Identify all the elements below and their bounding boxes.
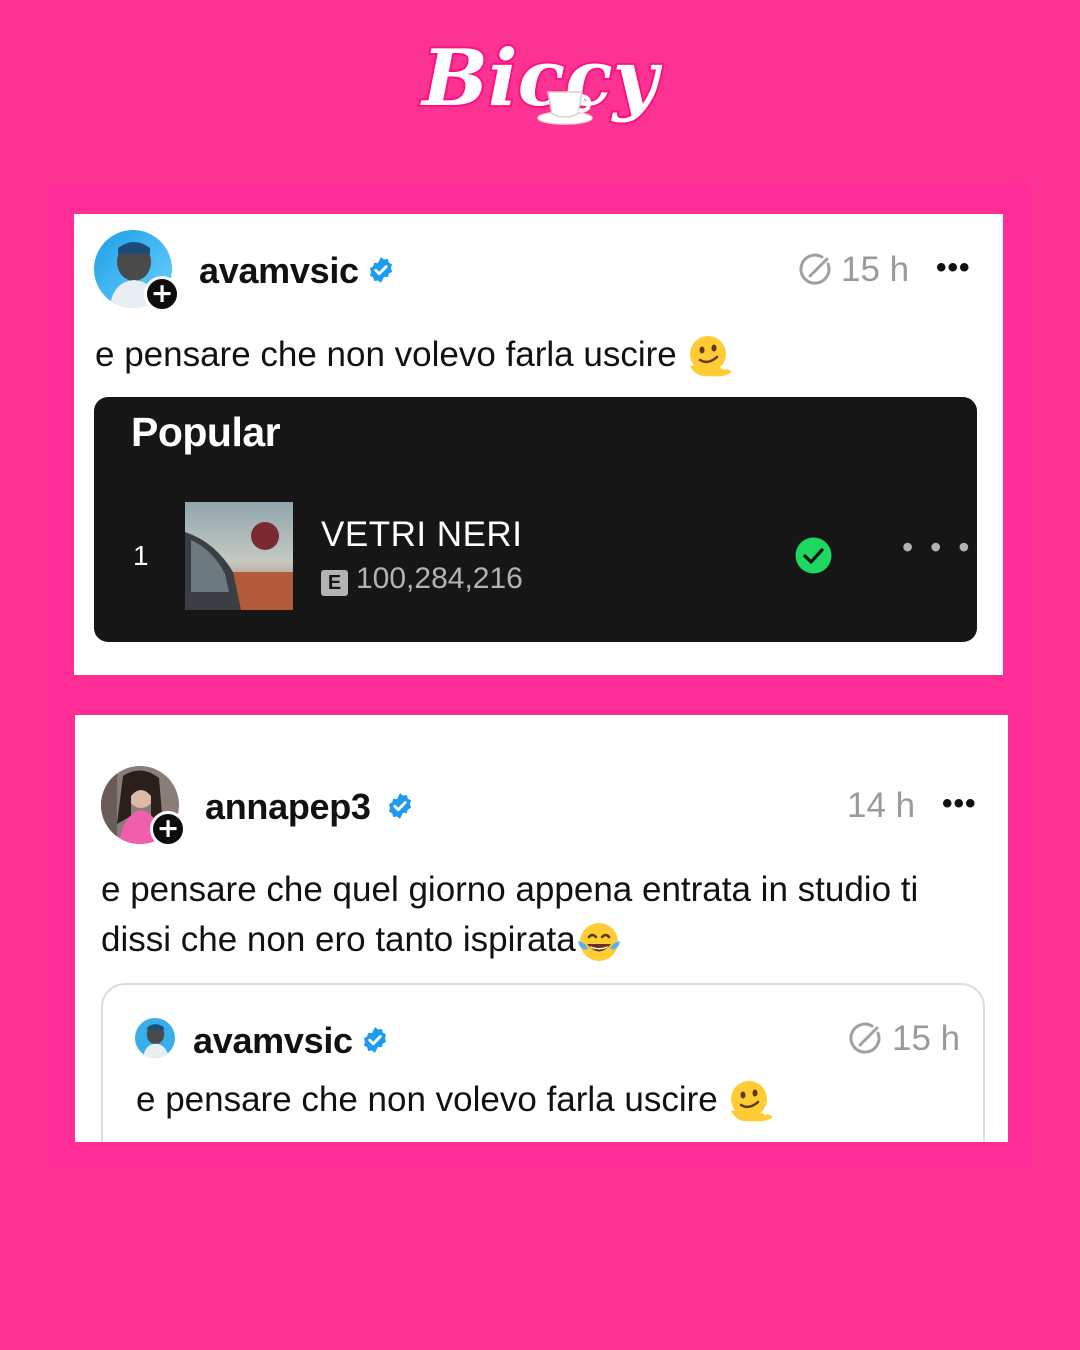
post-text-content: e pensare che non volevo farla uscire bbox=[95, 335, 677, 374]
play-count: 100,284,216 bbox=[356, 562, 523, 595]
embed-title: Popular bbox=[131, 409, 281, 455]
username-avamvsic[interactable]: avamvsic bbox=[199, 250, 359, 292]
quoted-username[interactable]: avamvsic bbox=[193, 1020, 353, 1062]
edited-clock-icon bbox=[849, 1022, 881, 1054]
post-text: e pensare che non volevo farla uscire bbox=[95, 330, 734, 380]
biccy-logo: Biccy bbox=[418, 31, 665, 126]
follow-plus-icon[interactable]: + bbox=[144, 276, 180, 312]
edited-clock-icon bbox=[799, 253, 831, 285]
verified-badge-icon bbox=[363, 1027, 387, 1053]
spotify-embed[interactable]: Popular 1 VETRI NERI E 100,284,216 • • • bbox=[94, 397, 977, 642]
verified-badge-icon bbox=[369, 257, 393, 283]
quoted-post[interactable]: avamvsic 15 h e pensare che non volevo f… bbox=[101, 983, 985, 1142]
album-art[interactable] bbox=[185, 502, 293, 610]
melting-face-emoji bbox=[690, 335, 733, 377]
track-more-icon[interactable]: • • • bbox=[902, 531, 973, 563]
song-title[interactable]: VETRI NERI bbox=[321, 515, 522, 555]
post-time: 15 h bbox=[841, 250, 910, 289]
quoted-text: e pensare che non volevo farla uscire bbox=[136, 1075, 775, 1125]
quoted-text-content: e pensare che non volevo farla uscire bbox=[136, 1080, 718, 1119]
quoted-time: 15 h bbox=[892, 1019, 961, 1058]
logo-text: Biccy bbox=[420, 33, 663, 124]
avatar-avamvsic[interactable] bbox=[135, 1018, 175, 1058]
explicit-badge: E bbox=[321, 570, 348, 596]
melting-face-emoji bbox=[731, 1080, 774, 1122]
track-rank: 1 bbox=[133, 540, 149, 571]
more-icon[interactable]: ••• bbox=[936, 253, 971, 283]
saved-check-icon[interactable] bbox=[795, 537, 832, 574]
quote-clip: avamvsic 15 h e pensare che non volevo f… bbox=[75, 715, 1008, 1142]
